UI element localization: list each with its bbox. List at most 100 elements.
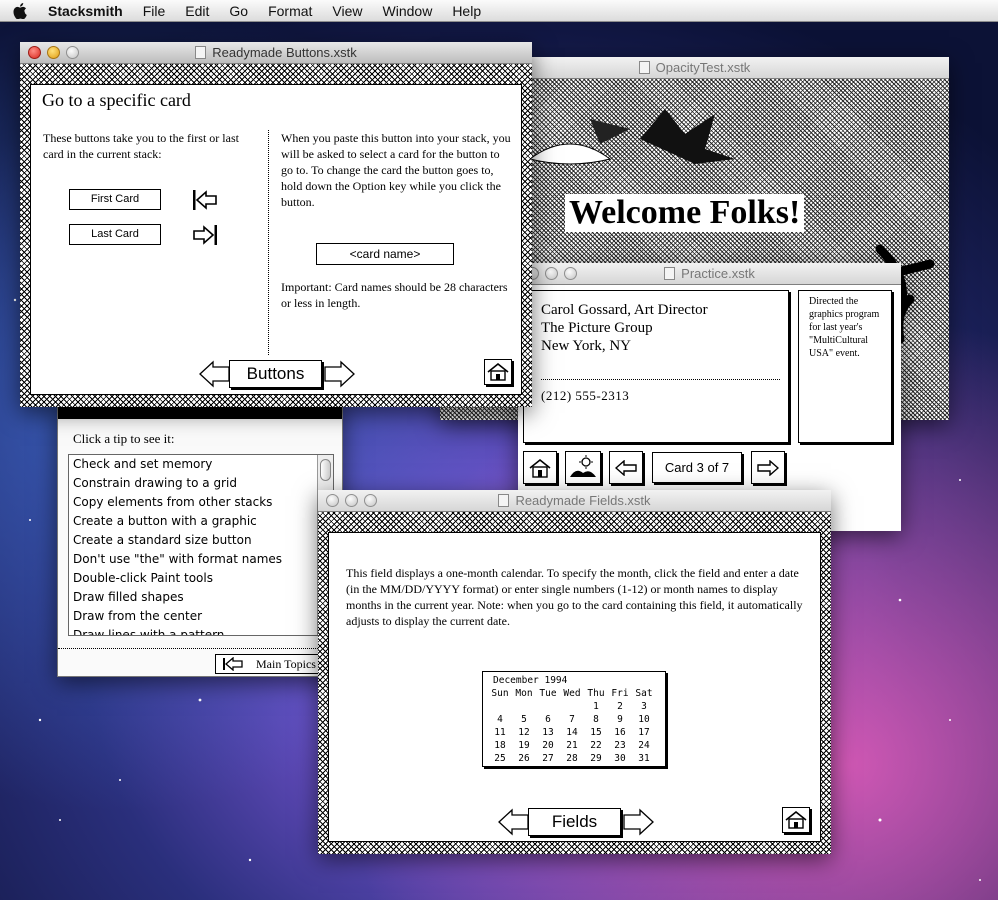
document-icon — [498, 494, 510, 507]
minimize-button[interactable] — [47, 46, 60, 59]
menu-window[interactable]: Window — [373, 0, 443, 22]
calendar-day: 22 — [590, 740, 602, 751]
menu-view[interactable]: View — [322, 0, 372, 22]
menu-file[interactable]: File — [133, 0, 176, 22]
home-button[interactable] — [523, 451, 557, 484]
day-header: Sat — [635, 688, 653, 699]
close-button[interactable] — [326, 494, 339, 507]
tip-item[interactable]: Copy elements from other stacks — [69, 493, 333, 512]
day-header: Wed — [563, 688, 581, 699]
first-card-button[interactable]: First Card — [69, 189, 161, 210]
calendar-week: 18 19 20 21 22 23 24 — [488, 739, 662, 752]
calendar-day: 21 — [566, 740, 578, 751]
tip-item[interactable]: Constrain drawing to a grid — [69, 474, 333, 493]
day-header: Tue — [539, 688, 557, 699]
fields-window-controls — [326, 494, 377, 507]
side-note-field[interactable]: Directed the graphics program for last y… — [798, 290, 892, 443]
buttons-heading: Go to a specific card — [42, 90, 191, 110]
calendar-day: 15 — [590, 727, 602, 738]
day-header: Fri — [611, 688, 629, 699]
fields-window-title: Readymade Fields.xstk — [515, 493, 651, 508]
calendar-week: 11 12 13 14 15 16 17 — [488, 726, 662, 739]
menu-edit[interactable]: Edit — [175, 0, 219, 22]
calendar-day: 3 — [641, 701, 647, 712]
menu-go[interactable]: Go — [219, 0, 258, 22]
tip-item[interactable]: Draw lines with a pattern — [69, 626, 333, 635]
card-counter: Card 3 of 7 — [652, 452, 742, 483]
tip-item[interactable]: Create a button with a graphic — [69, 512, 333, 531]
calendar-week: 4 5 6 7 8 9 10 — [488, 713, 662, 726]
document-icon — [638, 61, 650, 74]
main-topics-label: Main Topics — [256, 656, 316, 671]
tip-item[interactable]: Check and set memory — [69, 455, 333, 474]
apple-icon — [13, 2, 27, 19]
menu-app-name[interactable]: Stacksmith — [40, 0, 133, 22]
home-icon — [785, 811, 807, 829]
previous-card-button[interactable] — [609, 451, 643, 484]
tip-item[interactable]: Create a standard size button — [69, 531, 333, 550]
tip-item[interactable]: Don't use "the" with format names — [69, 550, 333, 569]
readymade-fields-window: Readymade Fields.xstk This field display… — [318, 490, 831, 854]
buttons-window-titlebar[interactable]: Readymade Buttons.xstk — [20, 42, 532, 64]
practice-window-titlebar[interactable]: Practice.xstk — [518, 263, 901, 285]
fields-nav-label[interactable]: Fields — [528, 808, 621, 836]
day-header: Thu — [587, 688, 605, 699]
card-name-button[interactable]: <card name> — [316, 243, 454, 265]
calendar-day: 1 — [593, 701, 599, 712]
card-company-line: The Picture Group — [541, 320, 653, 336]
last-card-button[interactable]: Last Card — [69, 224, 161, 245]
tip-item[interactable]: Double-click Paint tools — [69, 569, 333, 588]
last-card-icon[interactable] — [192, 224, 218, 246]
zoom-button[interactable] — [364, 494, 377, 507]
calendar-field[interactable]: December 1994 Sun Mon Tue Wed Thu Fri Sa… — [482, 671, 666, 767]
tips-list[interactable]: Check and set memory Constrain drawing t… — [68, 454, 334, 636]
calendar-day: 10 — [638, 714, 650, 725]
home-icon — [487, 363, 509, 381]
calendar-day: 14 — [566, 727, 578, 738]
minimize-button[interactable] — [345, 494, 358, 507]
readymade-buttons-window: Readymade Buttons.xstk Go to a specific … — [20, 42, 532, 407]
calendar-day: 18 — [494, 740, 506, 751]
buttons-window-controls — [28, 46, 79, 59]
tip-item[interactable]: Draw from the center — [69, 607, 333, 626]
opacity-window-title: OpacityTest.xstk — [655, 60, 751, 75]
left-arrow-icon — [615, 459, 637, 476]
calendar-day: 25 — [494, 753, 506, 764]
apple-menu[interactable] — [0, 2, 40, 19]
calendar-day: 7 — [569, 714, 575, 725]
calendar-day: 20 — [542, 740, 554, 751]
landscape-icon — [570, 454, 596, 477]
tip-item[interactable]: Draw filled shapes — [69, 588, 333, 607]
home-button[interactable] — [782, 807, 810, 833]
calendar-day: 6 — [545, 714, 551, 725]
calendar-day: 29 — [590, 753, 602, 764]
first-card-icon[interactable] — [192, 189, 218, 211]
minimize-button[interactable] — [545, 267, 558, 280]
fields-window-titlebar[interactable]: Readymade Fields.xstk — [318, 490, 831, 512]
zoom-button[interactable] — [66, 46, 79, 59]
close-button[interactable] — [28, 46, 41, 59]
home-button[interactable] — [484, 359, 512, 385]
fields-card-border: This field displays a one-month calendar… — [318, 512, 831, 854]
business-card-field[interactable]: Carol Gossard, Art Director The Picture … — [523, 290, 789, 443]
menu-help[interactable]: Help — [442, 0, 491, 22]
calendar-day: 13 — [542, 727, 554, 738]
calendar-day: 27 — [542, 753, 554, 764]
calendar-day: 28 — [566, 753, 578, 764]
first-card-arrow-icon — [223, 657, 243, 671]
day-header: Sun — [491, 688, 509, 699]
zoom-button[interactable] — [564, 267, 577, 280]
tips-scroll-thumb[interactable] — [320, 459, 331, 481]
calendar-day: 23 — [614, 740, 626, 751]
buttons-card: Go to a specific card These buttons take… — [30, 84, 522, 395]
calendar-day: 26 — [518, 753, 530, 764]
buttons-left-text: These buttons take you to the first or l… — [43, 131, 239, 161]
buttons-window-title: Readymade Buttons.xstk — [212, 45, 357, 60]
buttons-nav-label[interactable]: Buttons — [229, 360, 322, 388]
paint-button[interactable] — [565, 451, 601, 484]
menu-format[interactable]: Format — [258, 0, 322, 22]
calendar-week: 1 2 3 — [488, 700, 662, 713]
calendar-day: 2 — [617, 701, 623, 712]
card-name-line: Carol Gossard, Art Director — [541, 302, 708, 318]
next-card-button[interactable] — [751, 451, 785, 484]
